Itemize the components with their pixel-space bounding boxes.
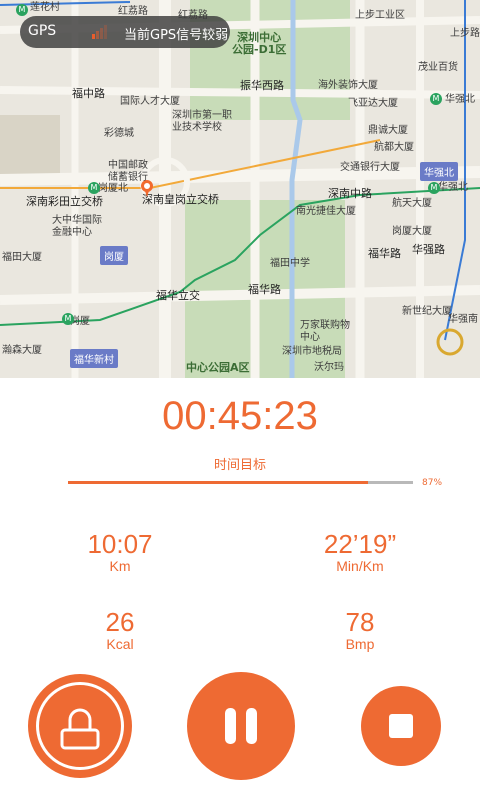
map-label: 深南彩田立交桥	[26, 195, 103, 208]
map-label: 国际人才大厦	[120, 96, 180, 107]
map-label: 深南皇岗立交桥	[142, 193, 219, 206]
heart-rate-stat: 78 Bmp	[310, 608, 410, 652]
map-label: 航都大厦	[374, 142, 414, 153]
stop-button[interactable]	[361, 686, 441, 766]
pace-value: 22’19”	[323, 529, 397, 559]
map-label: 福华路	[368, 247, 401, 260]
map-label: 大中华国际 金融中心	[52, 215, 102, 238]
map-label: 瀚森大厦	[2, 345, 42, 356]
metro-station-icon: M	[88, 182, 100, 194]
map-label: 中国邮政 储蓄银行	[108, 160, 148, 183]
heart-rate-value: 78	[345, 607, 375, 637]
distance-stat: 10:07 Km	[70, 530, 170, 574]
calories-value: 26	[105, 607, 135, 637]
map-label: 岗厦大厦	[392, 226, 432, 237]
map-label: 上步路	[450, 28, 480, 39]
gps-label: GPS	[28, 23, 57, 39]
distance-unit: Km	[109, 558, 131, 574]
area-badge: 华强北	[420, 162, 458, 181]
map-label: 福华立交	[156, 289, 200, 302]
map-label: 福田大厦	[2, 252, 42, 263]
map-label: 深圳市第一职 业技术学校	[172, 110, 232, 133]
heart-rate-unit: Bmp	[345, 636, 375, 652]
goal-progress-fill	[68, 481, 369, 484]
lock-icon	[60, 708, 100, 750]
elapsed-time: 00:45:23	[162, 394, 318, 438]
area-badge: 岗厦	[100, 246, 128, 265]
goal-progress-bar	[68, 481, 413, 484]
map-label: 福田中学	[270, 258, 310, 269]
pace-unit: Min/Km	[336, 558, 384, 574]
map-label: 彩德城	[104, 128, 134, 139]
stop-icon	[389, 714, 413, 738]
map-label: 飞亚达大厦	[348, 98, 398, 109]
map-label: 万家联购物 中心	[300, 320, 350, 343]
map-label: 交通银行大厦	[340, 162, 400, 173]
map-label: 华强北	[445, 94, 475, 105]
signal-strength-icon	[92, 25, 108, 39]
lock-button[interactable]	[28, 674, 132, 778]
map-label: 航天大厦	[392, 198, 432, 209]
map-label: 深圳市地税局	[282, 346, 342, 357]
metro-station-icon: M	[428, 182, 440, 194]
map-label: 华强路	[412, 243, 445, 256]
map-label: 华强南	[448, 314, 478, 325]
map-label: 上步工业区	[355, 10, 405, 21]
area-badge: 福华新村	[70, 349, 118, 368]
map-label: 茂业百货	[418, 62, 458, 73]
gps-status-bar: GPS 当前GPS信号较弱	[20, 16, 230, 48]
gps-message: 当前GPS信号较弱	[124, 28, 229, 43]
location-pin-icon	[141, 180, 153, 197]
pause-icon	[225, 708, 257, 744]
metro-station-icon: M	[430, 93, 442, 105]
map-label: 南光捷佳大厦	[296, 206, 356, 217]
map-label: 沃尔玛	[314, 362, 344, 373]
park-label: 深圳中心 公园-D1区	[232, 31, 287, 56]
metro-station-icon: M	[16, 4, 28, 16]
map-label: 鼎诚大厦	[368, 125, 408, 136]
goal-label: 时间目标	[213, 458, 266, 473]
distance-value: 10:07	[87, 529, 153, 559]
pause-button[interactable]	[187, 672, 295, 780]
map-label: 福华路	[248, 283, 281, 296]
calories-stat: 26 Kcal	[70, 608, 170, 652]
goal-progress-percent: 87%	[422, 478, 443, 488]
map-label: 振华西路	[240, 79, 284, 92]
metro-station-icon: M	[62, 313, 74, 325]
park-label: 中心公园A区	[186, 361, 250, 374]
map-label: 福中路	[72, 87, 105, 100]
map-view[interactable]: 莲花村 红荔路 红荔路 上步工业区 上步路 深圳中心 公园-D1区 茂业百货 海…	[0, 0, 480, 378]
map-label: 新世纪大厦	[402, 306, 452, 317]
pace-stat: 22’19” Min/Km	[300, 530, 420, 574]
map-label: 莲花村	[30, 2, 60, 13]
map-label: 岗厦北	[98, 183, 128, 194]
calories-unit: Kcal	[106, 636, 134, 652]
map-label: 海外装饰大厦	[318, 80, 378, 91]
map-label: 华强北	[438, 182, 468, 193]
map-label: 深南中路	[328, 187, 372, 200]
